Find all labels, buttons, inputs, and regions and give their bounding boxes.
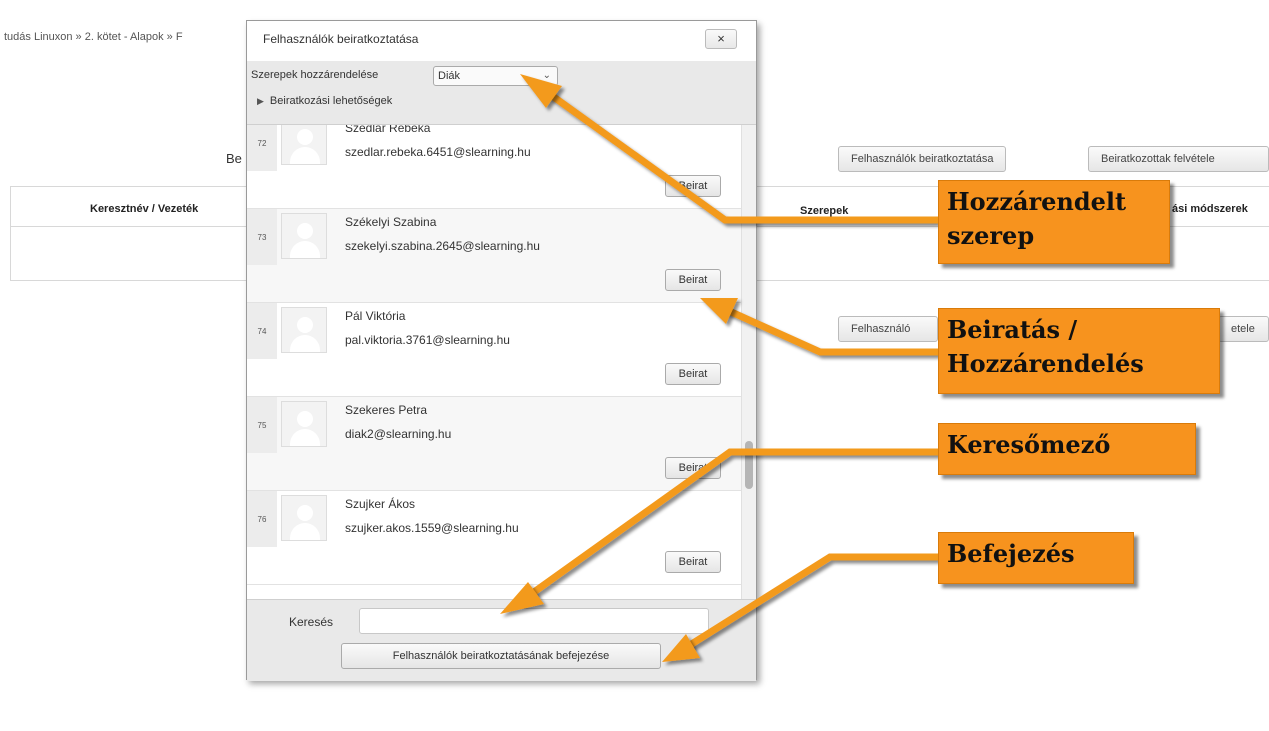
callout-finish: Befejezés xyxy=(938,532,1134,584)
arrow-enrol xyxy=(716,302,938,356)
arrowhead-role xyxy=(520,74,562,108)
arrow-search xyxy=(517,448,938,605)
arrow-role xyxy=(541,87,938,224)
callout-search: Keresőmező xyxy=(938,423,1196,475)
arrow-finish xyxy=(680,553,938,653)
callout-role: Hozzárendelt szerep xyxy=(938,180,1170,264)
callout-enrol: Beiratás / Hozzárendelés xyxy=(938,308,1220,394)
